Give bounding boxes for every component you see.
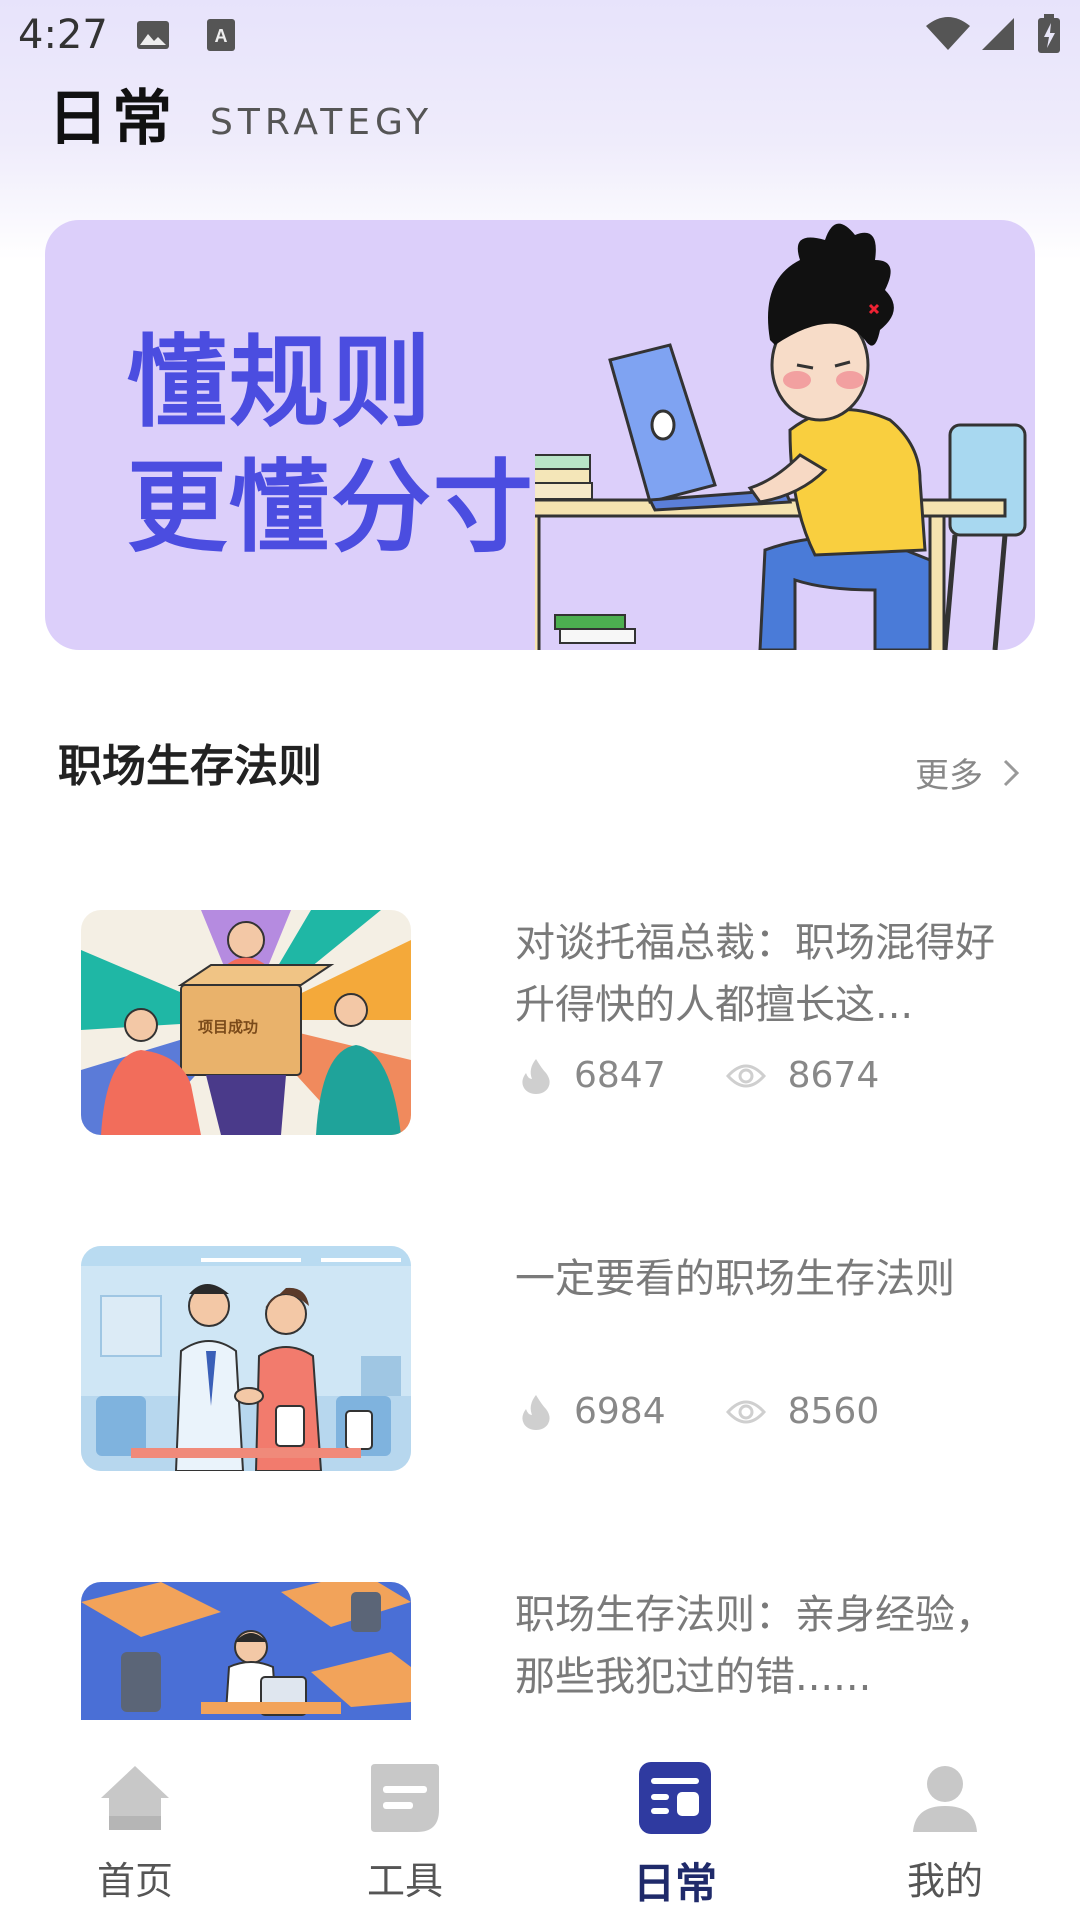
banner-text: 懂规则 更懂分寸 — [127, 320, 535, 570]
banner-line-2: 更懂分寸 — [127, 449, 535, 566]
battery-icon — [1038, 14, 1060, 53]
nav-label-profile: 我的 — [906, 1859, 983, 1903]
eye-icon — [725, 1400, 766, 1423]
article-title: 对谈托福总裁：职场混得好升得快的人都擅长这... — [515, 920, 995, 1028]
likes-stat: 6847 — [520, 1055, 666, 1096]
flame-icon — [522, 1058, 550, 1094]
nav-item-tools[interactable]: 工具 — [305, 1760, 505, 1905]
page-subtitle: STRATEGY — [210, 102, 434, 143]
flame-icon — [522, 1394, 550, 1430]
banner-line-1: 懂规则 — [127, 324, 433, 441]
status-time: 4:27 — [18, 12, 108, 58]
article-thumbnail — [81, 1246, 411, 1471]
page-title: 日常 — [48, 84, 176, 154]
nav-label-daily: 日常 — [632, 1859, 717, 1908]
gallery-icon — [137, 21, 169, 49]
daily-icon — [639, 1762, 711, 1834]
likes-count: 6847 — [574, 1055, 666, 1096]
article-stats: 6847 8674 — [520, 1055, 879, 1096]
article-list: 项目成功 对谈托福总裁：职场混得好升得快的人都擅长这... 6847 8674 … — [0, 880, 1080, 1720]
promo-banner[interactable]: 懂规则 更懂分寸 — [45, 220, 1035, 650]
views-count: 8560 — [787, 1391, 880, 1432]
views-count: 8674 — [787, 1055, 880, 1096]
svg-text:A: A — [215, 26, 228, 46]
status-bar: 4:27 A — [0, 0, 1080, 72]
views-stat: 8674 — [725, 1055, 880, 1096]
article-item[interactable]: 职场生存法则：亲身经验，那些我犯过的错...... — [0, 1552, 1080, 1720]
nav-item-profile[interactable]: 我的 — [845, 1760, 1045, 1905]
banner-illustration — [535, 223, 1027, 650]
nav-label-tools: 工具 — [366, 1859, 443, 1903]
nav-item-daily[interactable]: 日常 — [575, 1760, 775, 1911]
wifi-icon — [926, 17, 970, 50]
likes-count: 6984 — [574, 1391, 666, 1432]
bottom-nav: 首页 工具 日常 我的 — [0, 1720, 1080, 1920]
signal-icon — [982, 18, 1014, 50]
article-title: 一定要看的职场生存法则 — [515, 1256, 955, 1302]
keyboard-icon: A — [207, 19, 235, 51]
article-title: 职场生存法则：亲身经验，那些我犯过的错...... — [515, 1592, 995, 1700]
article-item[interactable]: 项目成功 对谈托福总裁：职场混得好升得快的人都擅长这... 6847 8674 — [0, 880, 1080, 1140]
article-item[interactable]: 一定要看的职场生存法则 6984 8560 — [0, 1216, 1080, 1476]
article-thumbnail — [81, 1582, 411, 1720]
thumbnail-caption: 项目成功 — [198, 1018, 258, 1036]
views-stat: 8560 — [725, 1391, 880, 1432]
article-thumbnail: 项目成功 — [81, 910, 411, 1135]
nav-item-home[interactable]: 首页 — [35, 1760, 235, 1905]
home-icon — [101, 1766, 169, 1830]
tools-icon — [371, 1764, 439, 1832]
chevron-right-icon — [1003, 759, 1019, 786]
article-stats: 6984 8560 — [520, 1391, 879, 1432]
eye-icon — [725, 1064, 766, 1087]
more-label: 更多 — [915, 756, 983, 796]
section-title: 职场生存法则 — [58, 741, 322, 792]
likes-stat: 6984 — [520, 1391, 666, 1432]
nav-label-home: 首页 — [96, 1859, 173, 1903]
more-link[interactable]: 更多 — [915, 748, 1019, 797]
profile-icon — [913, 1766, 977, 1832]
